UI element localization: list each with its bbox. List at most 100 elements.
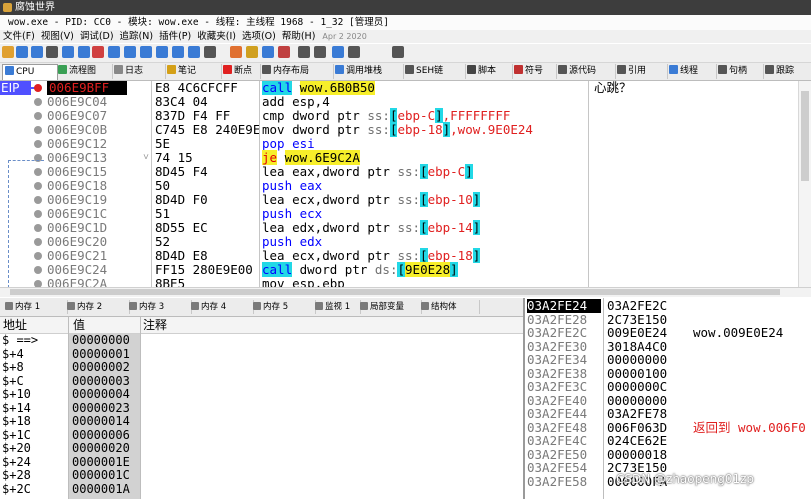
disasm-row[interactable]: 006E9C0B C745 E8 240E9E mov dword ptr ss:[… — [0, 122, 800, 137]
menu-item-6[interactable]: 选项(O) — [239, 30, 279, 43]
tab-log[interactable]: 日志 — [112, 64, 166, 79]
menu-item-2[interactable]: 调试(D) — [77, 30, 117, 43]
dump-tab-7[interactable]: 结构体 — [418, 300, 480, 314]
disasm-row[interactable]: 006E9BFF E8 4C6CFCFF call wow.6B0B50 心跳？ — [0, 81, 800, 95]
tab-callstack[interactable]: 调用堆栈 — [333, 64, 404, 79]
step-over-icon[interactable] — [92, 46, 104, 58]
breakpoint-slot-icon[interactable] — [34, 238, 42, 246]
breakpoint-slot-icon[interactable] — [34, 140, 42, 148]
tab-notes[interactable]: 笔记 — [165, 64, 222, 79]
breakpoint-slot-icon[interactable] — [34, 168, 42, 176]
tab-references[interactable]: 引用 — [615, 64, 668, 79]
pause-icon[interactable] — [62, 46, 74, 58]
breakpoint-slot-icon[interactable] — [34, 266, 42, 274]
tab-breakpoint[interactable]: 断点 — [221, 64, 261, 79]
tab-handles[interactable]: 句柄 — [716, 64, 764, 79]
scrollbar-thumb[interactable] — [801, 91, 809, 181]
settings-icon[interactable] — [348, 46, 360, 58]
dump-tab-3[interactable]: 内存 4 — [188, 300, 254, 314]
disasm-row[interactable]: 006E9C07 837D F4 FF cmp dword ptr ss:[ebp-… — [0, 108, 800, 123]
dump-icon[interactable] — [392, 46, 404, 58]
bookmark-icon[interactable] — [246, 46, 258, 58]
calc-icon[interactable] — [314, 46, 326, 58]
tab-cpu[interactable]: CPU — [2, 64, 58, 80]
restart-icon[interactable] — [16, 46, 28, 58]
disasm-row[interactable]: 006E9C1D 8D55 EC lea edx,dword ptr ss:[ebp… — [0, 220, 800, 235]
run-to-user-icon[interactable] — [140, 46, 152, 58]
stack-row[interactable]: 03A2FE48 006F063D 返回到 wow.006F0 — [525, 420, 811, 435]
breakpoint-slot-icon[interactable] — [34, 280, 42, 287]
tab-graph[interactable]: 流程图 — [56, 64, 113, 79]
tab-threads[interactable]: 线程 — [667, 64, 717, 79]
dump-tab-1[interactable]: 内存 2 — [64, 300, 130, 314]
hex-icon[interactable] — [298, 46, 310, 58]
disasm-row[interactable]: 006E9C20 52 push edx — [0, 235, 800, 249]
cpu-view-icon[interactable] — [332, 46, 344, 58]
disasm-row[interactable]: 006E9C18 50 push eax — [0, 179, 800, 193]
disasm-row[interactable]: 006E9C19 8D4D F0 lea ecx,dword ptr ss:[ebp… — [0, 192, 800, 207]
dump-row[interactable]: $ ==> 00000000 — [0, 333, 523, 348]
dump-tab-2[interactable]: 内存 3 — [126, 300, 192, 314]
run-icon[interactable] — [46, 46, 58, 58]
breakpoint-slot-icon[interactable] — [34, 126, 42, 134]
menu-item-0[interactable]: 文件(F) — [0, 30, 38, 43]
disassembly-vertical-scrollbar[interactable] — [798, 81, 811, 287]
stack-row[interactable]: 03A2FE44 03A2FE78 — [525, 407, 811, 421]
dump-row[interactable]: $+18 00000014 — [0, 414, 523, 429]
function-icon[interactable] — [262, 46, 274, 58]
disasm-row[interactable]: 006E9C21 8D4D E8 lea ecx,dword ptr ss:[ebp… — [0, 248, 800, 263]
breakpoint-slot-icon[interactable] — [34, 98, 42, 106]
disasm-row[interactable]: 006E9C24 FF15 280E9E00 call dword ptr ds:[… — [0, 262, 800, 277]
trace-into-icon[interactable] — [108, 46, 120, 58]
stack-view[interactable]: 03A2FE24 03A2FE2C 03A2FE28 2C73E150 03A2FE2C… — [523, 298, 811, 499]
tab-script[interactable]: 脚本 — [465, 64, 513, 79]
stack-row[interactable]: 03A2FE34 00000000 — [525, 353, 811, 367]
tab-trace[interactable]: 跟踪 — [763, 64, 811, 79]
stack-row[interactable]: 03A2FE30 3018A4C0 — [525, 339, 811, 354]
stack-row[interactable]: 03A2FE24 03A2FE2C — [525, 299, 811, 313]
patch-icon[interactable] — [172, 46, 184, 58]
breakpoint-slot-icon[interactable] — [34, 196, 42, 204]
disasm-row[interactable]: 006E9C12 5E pop esi — [0, 137, 800, 151]
tab-memory-map[interactable]: 内存布局 — [260, 64, 334, 79]
breakpoint-slot-icon[interactable] — [34, 112, 42, 120]
animate-icon[interactable] — [156, 46, 168, 58]
dump-row[interactable]: $+4 00000001 — [0, 347, 523, 362]
dump-row[interactable]: $+24 0000001E — [0, 455, 523, 470]
tab-source[interactable]: 源代码 — [556, 64, 616, 79]
stack-row[interactable]: 03A2FE2C 009E0E24 wow.009E0E24 — [525, 326, 811, 340]
stack-row[interactable]: 03A2FE40 00000000 — [525, 393, 811, 408]
disasm-row[interactable]: 006E9C2A 8BE5 mov esp,ebp — [0, 277, 800, 287]
disasm-row[interactable]: 006E9C1C 51 push ecx — [0, 207, 800, 221]
stack-row[interactable]: 03A2FE28 2C73E150 — [525, 312, 811, 327]
color-icon[interactable] — [188, 46, 200, 58]
step-into-icon[interactable] — [78, 46, 90, 58]
breakpoint-slot-icon[interactable] — [34, 224, 42, 232]
stack-row[interactable]: 03A2FE38 00000100 — [525, 366, 811, 381]
dump-row[interactable]: $+10 00000004 — [0, 387, 523, 402]
dump-header-value[interactable]: 值 — [73, 317, 85, 333]
disassembly-view[interactable]: EIP 006E9BFF E8 4C6CFCFF call wow.6B0B50 心跳… — [0, 81, 811, 287]
dump-tab-4[interactable]: 内存 5 — [250, 300, 316, 314]
menu-item-4[interactable]: 插件(P) — [156, 30, 194, 43]
breakpoint-icon[interactable] — [34, 84, 42, 92]
tab-symbol[interactable]: 符号 — [512, 64, 557, 79]
close-icon[interactable] — [31, 46, 43, 58]
menu-item-3[interactable]: 追踪(N) — [117, 30, 157, 43]
tab-seh[interactable]: SEH链 — [403, 64, 466, 79]
stack-row[interactable]: 03A2FE50 00000018 — [525, 447, 811, 462]
disasm-row[interactable]: 006E9C04 83C4 04 add esp,4 — [0, 95, 800, 109]
dump-row[interactable]: $+C 00000003 — [0, 374, 523, 389]
dump-row[interactable]: $+8 00000002 — [0, 360, 523, 375]
module-icon[interactable] — [278, 46, 290, 58]
dump-header-comment[interactable]: 注释 — [143, 317, 167, 333]
breakpoint-slot-icon[interactable] — [34, 252, 42, 260]
menu-item-7[interactable]: 帮助(H) — [279, 30, 319, 43]
disasm-row[interactable]: 006E9C15 8D45 F4 lea eax,dword ptr ss:[ebp… — [0, 164, 800, 179]
disasm-row[interactable]: 006E9C13 ˅ 74 15 je wow.6E9C2A — [0, 150, 800, 165]
disassembly-horizontal-scrollbar[interactable] — [0, 287, 811, 297]
dump-row[interactable]: $+14 00000023 — [0, 401, 523, 416]
dump-row[interactable]: $+2C 0000001A — [0, 482, 523, 497]
dump-row[interactable]: $+20 00000020 — [0, 441, 523, 456]
stack-row[interactable]: 03A2FE3C 0000000C — [525, 380, 811, 394]
